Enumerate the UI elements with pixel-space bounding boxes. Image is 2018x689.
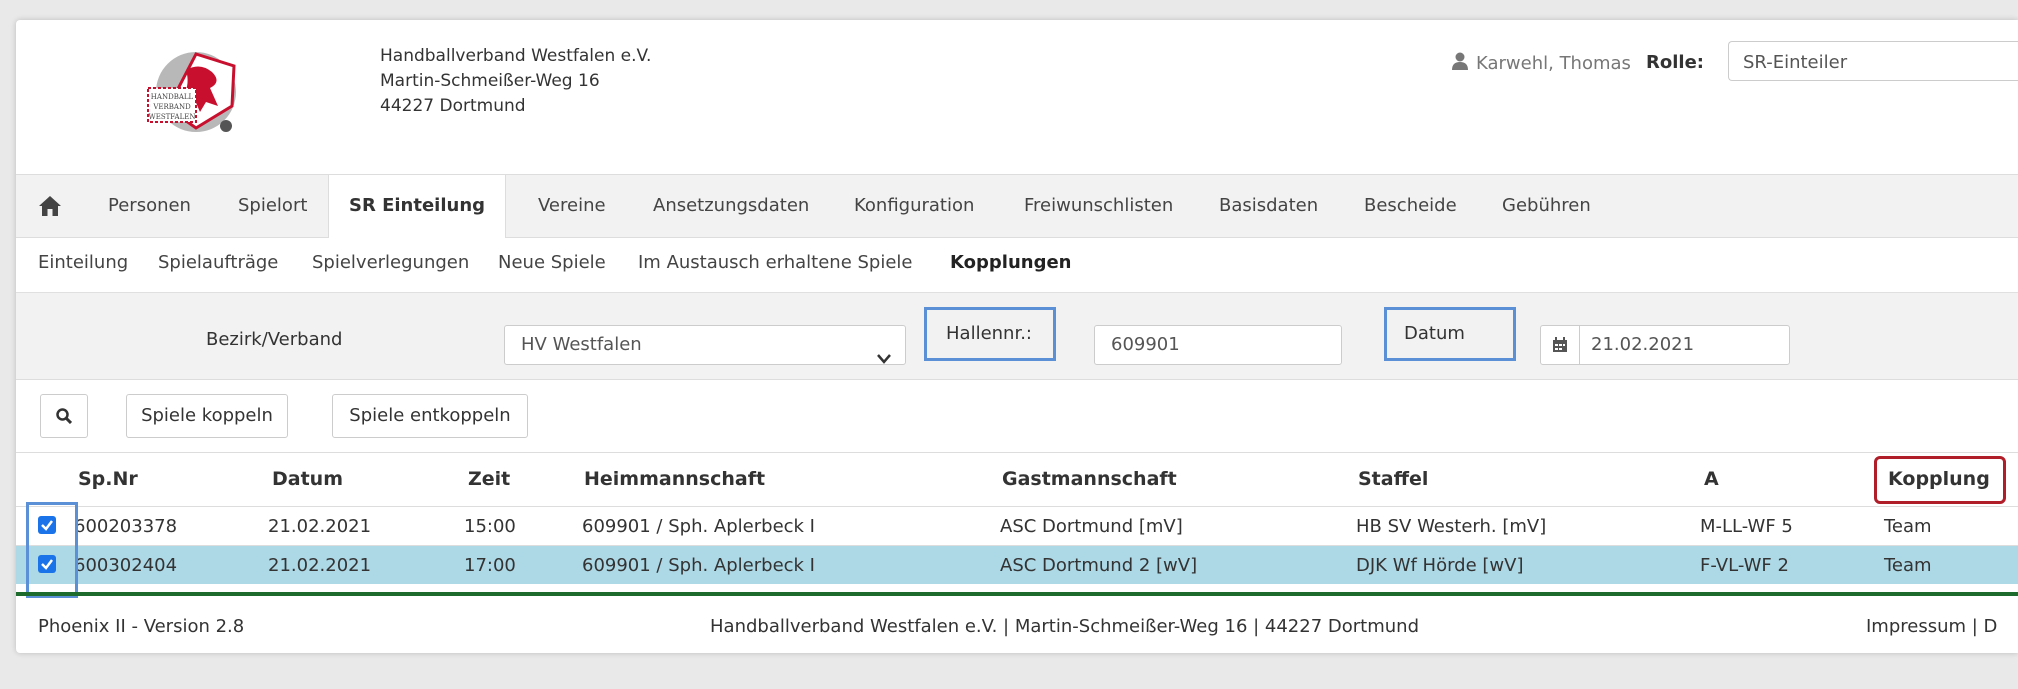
- highlight-kopplung: [1874, 456, 2006, 504]
- table-divider: [16, 452, 2018, 453]
- footer-links[interactable]: Impressum | D: [1866, 616, 1997, 637]
- chevron-down-icon: [877, 340, 891, 378]
- footer-version: Phoenix II - Version 2.8: [38, 616, 245, 637]
- highlight-checkboxes: [26, 502, 78, 598]
- col-header-datum[interactable]: Datum: [272, 468, 343, 490]
- subnav-spielverlegungen[interactable]: Spielverlegungen: [312, 252, 469, 273]
- subnav-kopplungen[interactable]: Kopplungen: [950, 252, 1071, 273]
- datum-input[interactable]: 21.02.2021: [1540, 325, 1790, 365]
- cell-zeit: 15:00: [464, 516, 516, 537]
- col-header-staffel[interactable]: Staffel: [1358, 468, 1428, 490]
- org-street: Martin-Schmeißer-Weg 16: [380, 71, 600, 91]
- table-row-selected[interactable]: 600302404 21.02.2021 17:00 609901 / Sph.…: [16, 546, 2018, 584]
- col-header-spnr[interactable]: Sp.Nr: [78, 468, 138, 490]
- app-window: HANDBALL VERBAND WESTFALEN Handballverba…: [16, 20, 2018, 653]
- cell-spnr: 600302404: [74, 555, 178, 576]
- org-name: Handballverband Westfalen e.V.: [380, 46, 652, 66]
- organization-address: Handballverband Westfalen e.V. Martin-Sc…: [380, 44, 651, 119]
- logo-text: WESTFALEN: [149, 113, 196, 121]
- table-row[interactable]: 600203378 21.02.2021 15:00 609901 / Sph.…: [16, 507, 2018, 545]
- hallennr-label: Hallennr.:: [946, 323, 1032, 344]
- user-info[interactable]: Karwehl, Thomas: [1452, 52, 1631, 75]
- search-button[interactable]: [40, 394, 88, 438]
- cell-heim: 609901 / Sph. Aplerbeck I: [582, 555, 815, 576]
- subnav-austausch-spiele[interactable]: Im Austausch erhaltene Spiele: [638, 252, 913, 273]
- spiele-entkoppeln-button[interactable]: Spiele entkoppeln: [332, 394, 528, 438]
- calendar-icon[interactable]: [1541, 326, 1580, 364]
- nav-item-vereine[interactable]: Vereine: [538, 175, 606, 237]
- user-name: Karwehl, Thomas: [1476, 53, 1631, 74]
- org-city: 44227 Dortmund: [380, 96, 526, 116]
- subnav-spielauftraege[interactable]: Spielaufträge: [158, 252, 278, 273]
- col-header-zeit[interactable]: Zeit: [468, 468, 510, 490]
- cell-staffel: HB SV Westerh. [mV]: [1356, 516, 1547, 537]
- col-header-heimmannschaft[interactable]: Heimmannschaft: [584, 468, 765, 490]
- cell-a: F-VL-WF 2: [1700, 555, 1789, 576]
- nav-item-konfiguration[interactable]: Konfiguration: [854, 175, 974, 237]
- bezirk-select[interactable]: HV Westfalen: [504, 325, 906, 365]
- main-nav: Personen Spielort SR Einteilung Vereine …: [16, 174, 2018, 238]
- user-icon: [1452, 52, 1468, 75]
- nav-item-gebuehren[interactable]: Gebühren: [1502, 175, 1591, 237]
- spiele-koppeln-button[interactable]: Spiele koppeln: [126, 394, 288, 438]
- search-icon: [56, 408, 73, 425]
- logo-text: HANDBALL: [151, 93, 194, 101]
- cell-kopplung: Team: [1884, 516, 1932, 537]
- col-header-gastmannschaft[interactable]: Gastmannschaft: [1002, 468, 1177, 490]
- bezirk-value: HV Westfalen: [521, 334, 642, 355]
- footer: Phoenix II - Version 2.8 Handballverband…: [16, 592, 2018, 653]
- filter-bar: Bezirk/Verband HV Westfalen Hallennr.: 6…: [16, 292, 2018, 380]
- nav-item-basisdaten[interactable]: Basisdaten: [1219, 175, 1318, 237]
- cell-gast: ASC Dortmund 2 [wV]: [1000, 555, 1198, 576]
- cell-heim: 609901 / Sph. Aplerbeck I: [582, 516, 815, 537]
- role-label: Rolle:: [1646, 52, 1704, 73]
- home-icon[interactable]: [38, 195, 62, 221]
- cell-kopplung: Team: [1884, 555, 1932, 576]
- cell-zeit: 17:00: [464, 555, 516, 576]
- footer-address: Handballverband Westfalen e.V. | Martin-…: [710, 616, 1419, 637]
- nav-item-freiwunschlisten[interactable]: Freiwunschlisten: [1024, 175, 1173, 237]
- hvw-logo: HANDBALL VERBAND WESTFALEN: [134, 48, 252, 144]
- nav-item-personen[interactable]: Personen: [108, 175, 191, 237]
- nav-item-bescheide[interactable]: Bescheide: [1364, 175, 1457, 237]
- nav-item-spielort[interactable]: Spielort: [238, 175, 307, 237]
- role-select[interactable]: SR-Einteiler: [1728, 41, 2018, 81]
- cell-datum: 21.02.2021: [268, 516, 372, 537]
- datum-label: Datum: [1404, 323, 1465, 344]
- hallennr-input[interactable]: 609901: [1094, 325, 1342, 365]
- cell-gast: ASC Dortmund [mV]: [1000, 516, 1183, 537]
- nav-item-sr-einteilung[interactable]: SR Einteilung: [328, 175, 507, 238]
- subnav-neue-spiele[interactable]: Neue Spiele: [498, 252, 606, 273]
- nav-item-ansetzungsdaten[interactable]: Ansetzungsdaten: [653, 175, 809, 237]
- cell-datum: 21.02.2021: [268, 555, 372, 576]
- logo-text: VERBAND: [152, 103, 191, 111]
- cell-a: M-LL-WF 5: [1700, 516, 1793, 537]
- cell-staffel: DJK Wf Hörde [wV]: [1356, 555, 1524, 576]
- col-header-a[interactable]: A: [1704, 468, 1719, 490]
- cell-spnr: 600203378: [74, 516, 178, 537]
- bezirk-label: Bezirk/Verband: [206, 329, 343, 350]
- subnav-einteilung[interactable]: Einteilung: [38, 252, 128, 273]
